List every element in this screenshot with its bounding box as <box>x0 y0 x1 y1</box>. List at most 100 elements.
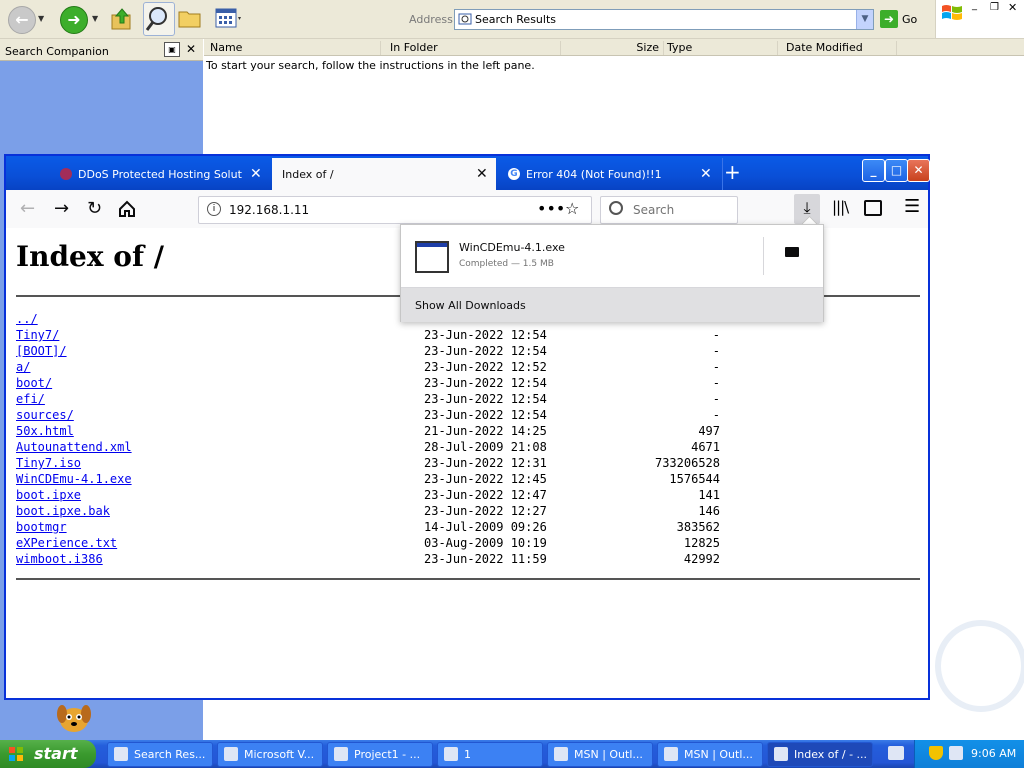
close-tab-icon[interactable]: ✕ <box>250 166 262 182</box>
page-title: Index of / <box>16 240 164 273</box>
pin-icon[interactable]: ▣ <box>164 42 180 57</box>
address-label: Address <box>409 13 453 26</box>
file-link[interactable]: eXPerience.txt <box>16 536 117 550</box>
bookmark-star-icon[interactable]: ☆ <box>565 199 579 218</box>
file-date: 28-Jul-2009 21:08 <box>424 440 547 454</box>
taskbar-button[interactable]: MSN | Outl... <box>547 742 653 767</box>
sidebar-icon[interactable] <box>864 200 882 216</box>
back-dropdown-icon[interactable]: ▼ <box>38 14 44 23</box>
file-date: 21-Jun-2022 14:25 <box>424 424 547 438</box>
forward-dropdown-icon[interactable]: ▼ <box>92 14 98 23</box>
taskbar-button[interactable]: Microsoft V... <box>217 742 323 767</box>
file-size: 1576544 <box>669 472 720 486</box>
search-box[interactable]: Search <box>600 196 738 224</box>
explorer-toolbar: ← ▼ ➜ ▼ Address Search Results ▼ ➜ Go _ … <box>0 0 1024 39</box>
hamburger-menu-icon[interactable]: ☰ <box>904 196 920 217</box>
folders-icon[interactable] <box>178 7 202 29</box>
close-tab-icon[interactable]: ✕ <box>476 166 488 182</box>
show-all-downloads-button[interactable]: Show All Downloads <box>401 287 823 322</box>
column-size[interactable]: Size <box>561 41 664 55</box>
open-folder-icon[interactable] <box>785 247 799 257</box>
file-link[interactable]: a/ <box>16 360 30 374</box>
taskbar-button[interactable]: 1 <box>437 742 543 767</box>
taskbar-button-label: MSN | Outl... <box>574 748 643 761</box>
file-date: 23-Jun-2022 12:54 <box>424 328 547 342</box>
file-date: 14-Jul-2009 09:26 <box>424 520 547 534</box>
reload-icon[interactable]: ↻ <box>87 198 102 219</box>
column-date-modified[interactable]: Date Modified <box>780 41 897 55</box>
url-text[interactable]: 192.168.1.11 <box>229 203 309 217</box>
file-link[interactable]: ../ <box>16 312 38 326</box>
file-link[interactable]: WinCDEmu-4.1.exe <box>16 472 132 486</box>
keyboard-icon[interactable] <box>888 746 904 760</box>
forward-arrow-icon: ➜ <box>67 10 81 29</box>
file-link[interactable]: wimboot.i386 <box>16 552 103 566</box>
file-link[interactable]: Autounattend.xml <box>16 440 132 454</box>
views-icon[interactable] <box>215 8 241 30</box>
file-link[interactable]: boot.ipxe.bak <box>16 504 110 518</box>
forward-button[interactable]: ➜ <box>60 6 88 34</box>
file-date: 23-Jun-2022 12:27 <box>424 504 547 518</box>
close-tab-icon[interactable]: ✕ <box>700 166 712 182</box>
maximize-button[interactable]: □ <box>885 159 908 182</box>
tab-ddos-hosting[interactable]: DDoS Protected Hosting Solutions ✕ <box>50 158 273 190</box>
start-button[interactable]: start <box>0 740 96 768</box>
column-name[interactable]: Name <box>204 41 381 55</box>
restore-icon[interactable]: ❐ <box>990 2 999 13</box>
file-link[interactable]: boot/ <box>16 376 52 390</box>
library-icon[interactable]: |||\ <box>832 198 849 216</box>
tab-error-404[interactable]: G Error 404 (Not Found)!!1 ✕ <box>498 158 723 190</box>
back-arrow-icon[interactable]: ← <box>20 198 35 219</box>
taskbar-button[interactable]: MSN | Outl... <box>657 742 763 767</box>
file-date: 23-Jun-2022 12:31 <box>424 456 547 470</box>
windows-flag-icon <box>942 5 962 20</box>
column-type[interactable]: Type <box>661 41 778 55</box>
file-link[interactable]: boot.ipxe <box>16 488 81 502</box>
go-arrow-icon[interactable]: ➜ <box>880 10 898 28</box>
taskbar-button-label: MSN | Outl... <box>684 748 753 761</box>
file-link[interactable]: efi/ <box>16 392 45 406</box>
file-link[interactable]: 50x.html <box>16 424 74 438</box>
taskbar-button[interactable]: Search Res... <box>107 742 213 767</box>
forward-arrow-icon[interactable]: → <box>54 198 69 219</box>
search-icon <box>609 201 623 215</box>
list-item: Tiny7/23-Jun-2022 12:54 - <box>16 328 736 344</box>
search-button[interactable] <box>143 2 175 36</box>
new-tab-plus-icon[interactable]: + <box>724 160 741 184</box>
taskbar-button[interactable]: Project1 - ... <box>327 742 433 767</box>
address-bar[interactable]: Search Results ▼ <box>454 9 874 30</box>
minimize-icon[interactable]: _ <box>972 0 977 11</box>
go-button[interactable]: Go <box>902 13 917 26</box>
search-dog-icon[interactable] <box>50 700 98 740</box>
minimize-button[interactable]: _ <box>862 159 885 182</box>
results-column-header: Name In Folder Size Type Date Modified <box>204 39 1024 56</box>
home-icon[interactable] <box>118 200 136 218</box>
file-link[interactable]: Tiny7.iso <box>16 456 81 470</box>
tab-label: Index of / <box>282 168 334 181</box>
close-icon[interactable]: ✕ <box>186 42 196 56</box>
file-size: 146 <box>698 504 720 518</box>
taskbar-button[interactable]: Index of / - ... <box>767 742 873 767</box>
taskbar-button-label: Microsoft V... <box>244 748 315 761</box>
folder-up-icon[interactable] <box>110 7 134 31</box>
security-shield-icon[interactable] <box>929 746 943 760</box>
file-date: 03-Aug-2009 10:19 <box>424 536 547 550</box>
close-icon[interactable]: ✕ <box>1008 1 1017 14</box>
chevron-down-icon[interactable]: ▼ <box>856 10 873 29</box>
file-link[interactable]: [BOOT]/ <box>16 344 67 358</box>
network-icon[interactable] <box>949 746 963 760</box>
column-in-folder[interactable]: In Folder <box>384 41 561 55</box>
app-icon <box>114 747 128 761</box>
clock[interactable]: 9:06 AM <box>971 747 1016 760</box>
divider <box>763 237 764 275</box>
back-button[interactable]: ← <box>8 6 36 34</box>
file-link[interactable]: sources/ <box>16 408 74 422</box>
download-file-name[interactable]: WinCDEmu-4.1.exe <box>459 241 565 254</box>
close-button[interactable]: ✕ <box>907 159 930 182</box>
url-bar[interactable]: i 192.168.1.11 ••• ☆ <box>198 196 592 224</box>
file-link[interactable]: Tiny7/ <box>16 328 59 342</box>
tab-index-of[interactable]: Index of / ✕ <box>272 158 496 190</box>
page-actions-icon[interactable]: ••• <box>537 199 565 218</box>
file-link[interactable]: bootmgr <box>16 520 67 534</box>
info-icon[interactable]: i <box>207 202 221 216</box>
